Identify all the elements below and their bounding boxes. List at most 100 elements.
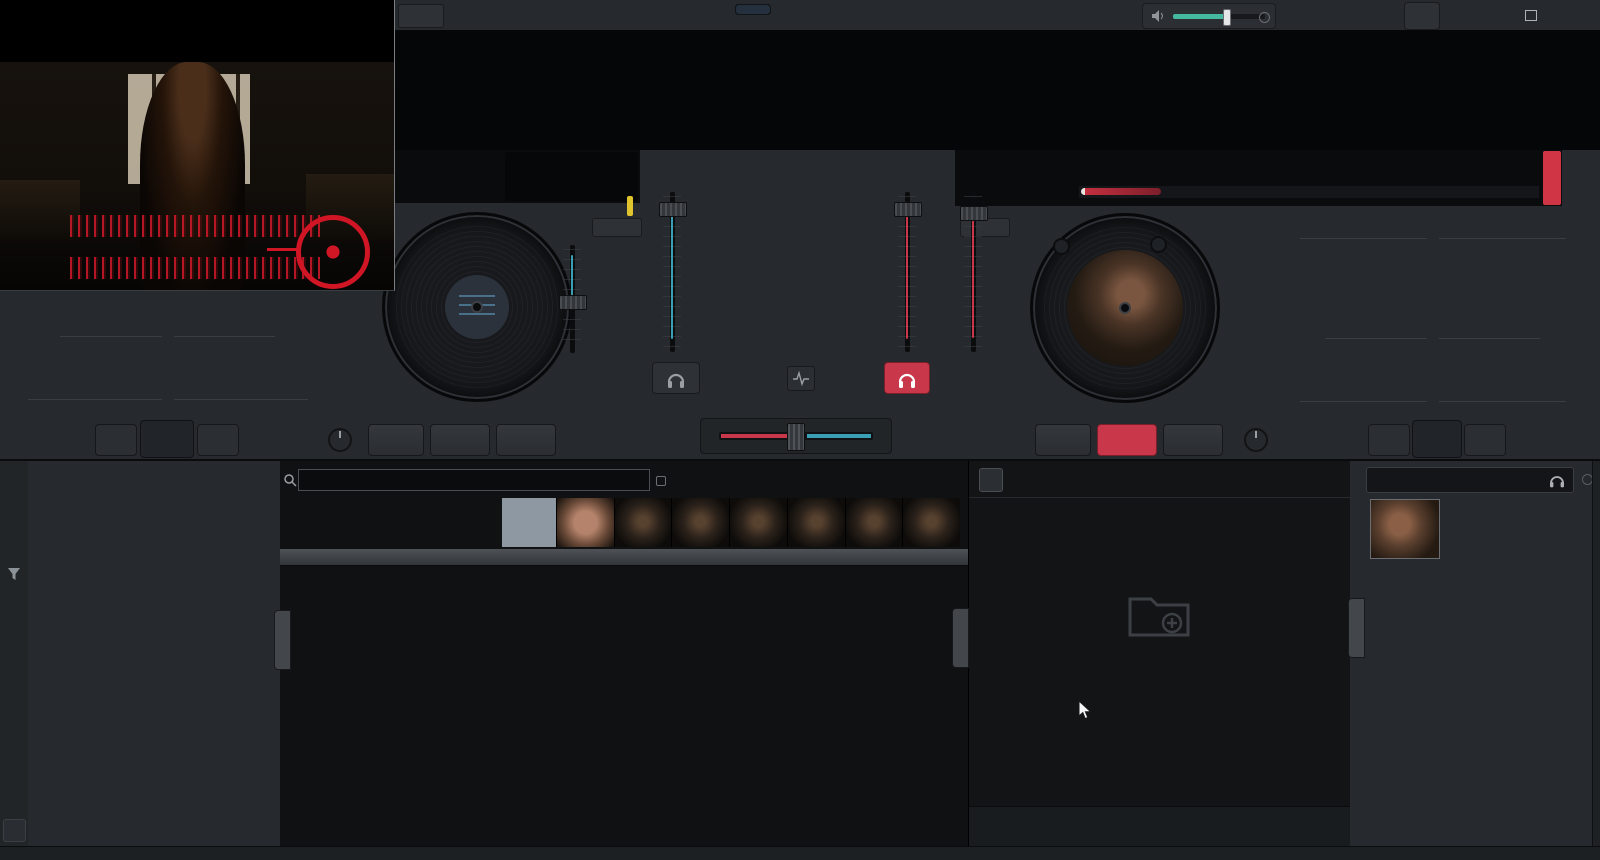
deck-b-position-blob (1081, 188, 1161, 195)
mixer-volume-b-handle[interactable] (894, 202, 922, 217)
deck-a-loop-double-button[interactable] (197, 424, 239, 456)
video-furniture (0, 180, 80, 240)
file-browser (280, 461, 968, 846)
mixer-volume-a-handle[interactable] (659, 202, 687, 217)
filmstrip-source-label (502, 498, 556, 547)
layout-dropdown[interactable] (398, 4, 444, 28)
deck-b-loop-label (1300, 401, 1566, 402)
crossfader-a-fill (721, 434, 787, 438)
minimize-button[interactable] (1486, 4, 1512, 26)
sideview-header (969, 461, 1351, 498)
mouse-cursor (1078, 700, 1092, 720)
deck-b-loop-double-button[interactable] (1464, 424, 1506, 456)
filter-icon[interactable] (0, 567, 28, 584)
deck-b-song-position[interactable] (1078, 185, 1540, 199)
filmstrip-thumbnail[interactable] (786, 498, 845, 547)
track-thumbnail[interactable] (1370, 499, 1440, 559)
fx-wave-icon (793, 370, 809, 387)
overlay-vinyl-icon (267, 215, 370, 289)
deck-b-cue-button[interactable] (1035, 424, 1091, 456)
crossfader-handle[interactable] (787, 423, 805, 451)
info-side-tab[interactable] (1348, 598, 1365, 658)
folder-tree (28, 461, 280, 846)
meta-title (1366, 571, 1594, 587)
crossfader-b-fill (807, 434, 871, 438)
headphone-icon[interactable] (1547, 471, 1567, 489)
deck-a-fx-label (60, 336, 275, 337)
bottom-strip (0, 846, 1600, 860)
master-volume (1142, 3, 1276, 29)
drop-folder-icon (1128, 597, 1190, 637)
deck-a-loop-label (28, 399, 308, 400)
meta-artist (1366, 587, 1594, 603)
headphone-icon (898, 373, 916, 388)
deck-a-loop-size[interactable] (140, 420, 194, 458)
volume-slider[interactable] (1173, 9, 1265, 26)
folders-side-tab[interactable] (274, 610, 291, 670)
crossfader[interactable] (700, 418, 892, 454)
volume-handle[interactable] (1223, 9, 1231, 26)
scrollbar[interactable] (1592, 461, 1600, 846)
filmstrip-thumbnail[interactable] (844, 498, 903, 547)
deck-b-spindle (1119, 302, 1131, 314)
deck-b-loop-half-button[interactable] (1368, 424, 1410, 456)
master-fx-button[interactable] (787, 366, 815, 391)
deck-b-pitch-handle[interactable] (960, 206, 988, 221)
deck-layout-selector[interactable] (735, 4, 897, 26)
deck-b-sync-button[interactable] (1163, 424, 1223, 456)
deck-b-assistant-knob[interactable] (1244, 428, 1268, 452)
filmstrip-thumbnail[interactable] (902, 498, 961, 547)
deck-a-cue-button[interactable] (368, 424, 424, 456)
vu-meter (784, 196, 816, 330)
deck-a-spindle (471, 301, 483, 313)
deck-a-jogwheel[interactable] (382, 212, 572, 402)
deck-b-pitch-fader[interactable] (958, 192, 988, 352)
filmstrip-thumbnail[interactable] (613, 498, 672, 547)
maximize-button[interactable] (1518, 4, 1544, 26)
deck-a-match-button[interactable] (592, 218, 642, 237)
deck-a-pitch-handle[interactable] (559, 295, 587, 310)
file-list-group (280, 565, 968, 581)
sideview-buttons (969, 806, 1351, 847)
mixer-volume-b[interactable] (890, 192, 924, 352)
deck-b-screw (1053, 238, 1070, 255)
deck-a-key-indicator (627, 196, 633, 216)
virtualdj-window (0, 0, 1600, 860)
sideview-icon[interactable] (979, 468, 1003, 492)
overlay-waveform-bottom (70, 257, 320, 279)
deck-a-play-pause-button[interactable] (430, 424, 490, 456)
file-count-icon (656, 476, 666, 486)
preview-player[interactable] (1366, 467, 1574, 493)
video-preview-window[interactable] (0, 0, 395, 291)
sideview-side-tab[interactable] (952, 608, 969, 668)
deck-b-tag (1543, 151, 1561, 205)
maximize-icon (1525, 10, 1537, 21)
close-button[interactable] (1552, 4, 1578, 26)
filmstrip-thumbnail[interactable] (729, 498, 787, 547)
deck-a-sync-button[interactable] (496, 424, 556, 456)
deck-b-play-pause-button[interactable] (1097, 424, 1157, 456)
video-filmstrip[interactable] (502, 498, 961, 547)
track-info-panel (1350, 461, 1600, 846)
font-size-button[interactable] (3, 819, 26, 842)
mixer-volume-a[interactable] (655, 192, 689, 352)
deck-b-loop-size[interactable] (1412, 420, 1462, 458)
settings-button[interactable] (1404, 2, 1440, 30)
deck-a-loop-half-button[interactable] (95, 424, 137, 456)
volume-fill (1173, 14, 1225, 19)
search-icon (284, 474, 297, 487)
headphone-icon (667, 373, 685, 388)
file-list-header (280, 549, 968, 566)
deck-layout-pill[interactable] (735, 4, 771, 15)
deck-a-pitch-fader[interactable] (558, 245, 587, 353)
browser-toolbar (0, 461, 29, 846)
filmstrip-thumbnail[interactable] (556, 498, 614, 547)
deck-b-headphone-button[interactable] (884, 362, 930, 394)
search-input[interactable] (298, 469, 650, 491)
filmstrip-thumbnail[interactable] (671, 498, 730, 547)
limiter-icon (1259, 12, 1270, 23)
speaker-icon (1152, 10, 1163, 22)
deck-a-headphone-button[interactable] (652, 362, 700, 394)
deck-a-assistant-knob[interactable] (328, 428, 352, 452)
video-overlay (70, 215, 370, 289)
